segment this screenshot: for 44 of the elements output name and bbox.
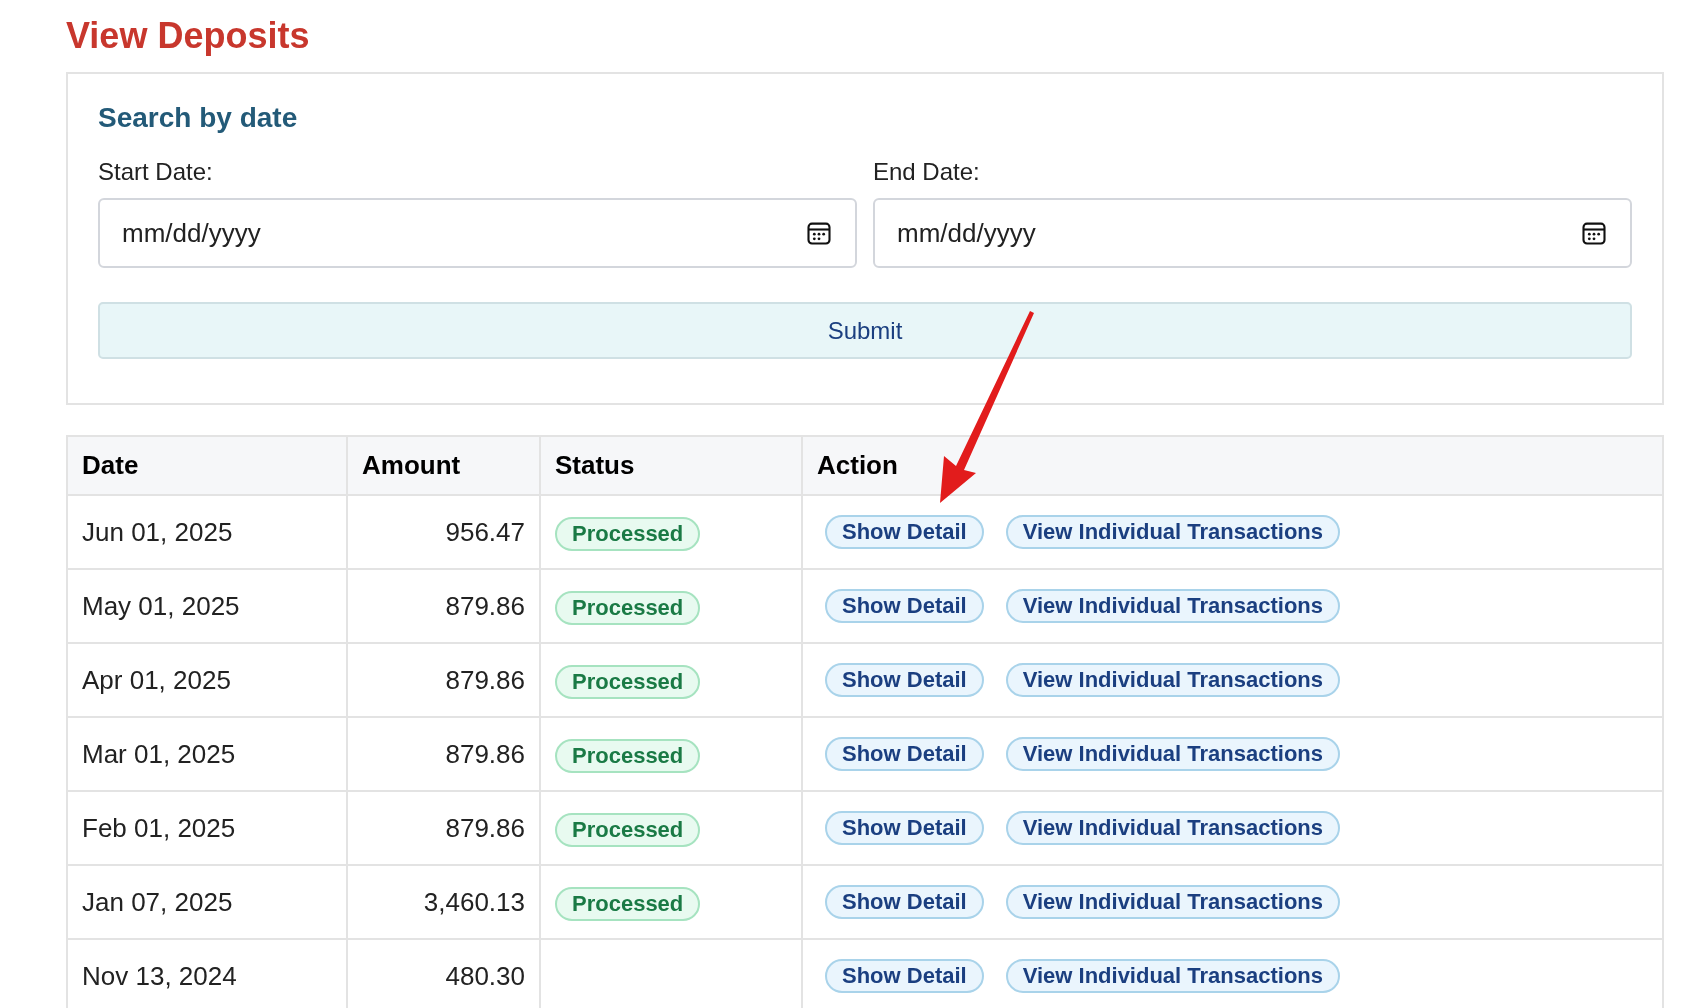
- show-detail-button[interactable]: Show Detail: [825, 737, 984, 771]
- view-transactions-button[interactable]: View Individual Transactions: [1005, 811, 1341, 845]
- show-detail-button[interactable]: Show Detail: [825, 663, 984, 697]
- date-cell: Apr 01, 2025: [67, 643, 347, 717]
- field-label: Start Date:: [98, 157, 213, 187]
- page-title: View Deposits: [66, 14, 310, 58]
- column-header: Date: [67, 436, 347, 495]
- date-cell: Nov 13, 2024: [67, 939, 347, 1008]
- column-header: Amount: [347, 436, 540, 495]
- amount-cell: 879.86: [347, 791, 540, 865]
- date-cell: Jun 01, 2025: [67, 495, 347, 569]
- date-cell: May 01, 2025: [67, 569, 347, 643]
- status-badge: Processed: [555, 886, 701, 921]
- show-detail-button[interactable]: Show Detail: [825, 959, 984, 993]
- show-detail-button[interactable]: Show Detail: [825, 589, 984, 623]
- view-transactions-button[interactable]: View Individual Transactions: [1005, 515, 1341, 549]
- amount-cell: 879.86: [347, 643, 540, 717]
- status-badge: Processed: [555, 590, 701, 625]
- amount-cell: 956.47: [347, 495, 540, 569]
- show-detail-button[interactable]: Show Detail: [825, 885, 984, 919]
- column-header: Action: [802, 436, 1663, 495]
- status-badge: Processed: [555, 664, 701, 699]
- view-transactions-button[interactable]: View Individual Transactions: [1005, 589, 1341, 623]
- date-cell: Jan 07, 2025: [67, 865, 347, 939]
- date-input[interactable]: mm/dd/yyyy: [873, 198, 1632, 268]
- status-badge: Processed: [555, 738, 701, 773]
- status-badge: Processed: [555, 516, 701, 551]
- date-cell: Mar 01, 2025: [67, 717, 347, 791]
- date-input[interactable]: mm/dd/yyyy: [98, 198, 857, 268]
- status-badge: Processed: [555, 812, 701, 847]
- view-transactions-button[interactable]: View Individual Transactions: [1005, 663, 1341, 697]
- view-transactions-button[interactable]: View Individual Transactions: [1005, 885, 1341, 919]
- section-heading: Search by date: [98, 101, 298, 135]
- date-cell: Feb 01, 2025: [67, 791, 347, 865]
- amount-cell: 3,460.13: [347, 865, 540, 939]
- amount-cell: 879.86: [347, 569, 540, 643]
- submit-button[interactable]: Submit: [98, 302, 1632, 359]
- show-detail-button[interactable]: Show Detail: [825, 811, 984, 845]
- view-transactions-button[interactable]: View Individual Transactions: [1005, 737, 1341, 771]
- show-detail-button[interactable]: Show Detail: [825, 515, 984, 549]
- amount-cell: 879.86: [347, 717, 540, 791]
- column-header: Status: [540, 436, 802, 495]
- field-label: End Date:: [873, 157, 980, 187]
- view-transactions-button[interactable]: View Individual Transactions: [1005, 959, 1341, 993]
